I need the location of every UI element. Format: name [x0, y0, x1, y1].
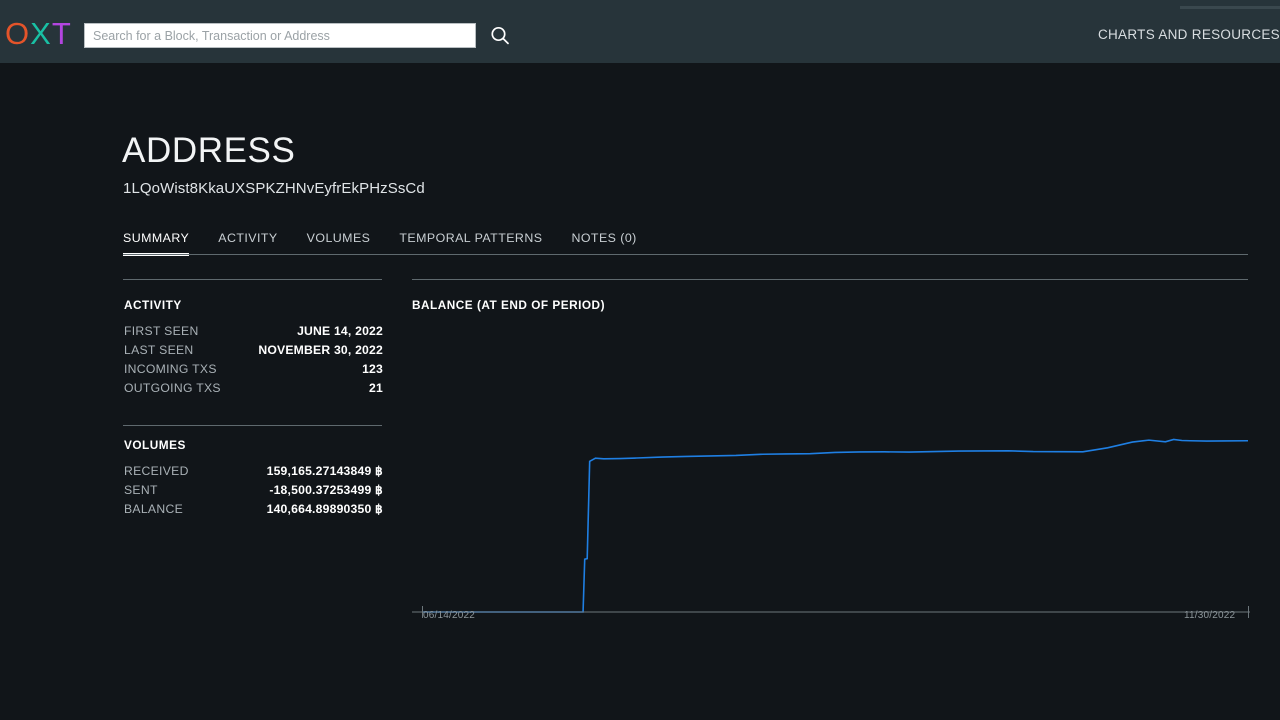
search-button[interactable] [488, 24, 512, 48]
tab-volumes[interactable]: VOLUMES [307, 231, 371, 256]
chart-x-label-start: 06/14/2022 [423, 610, 476, 621]
logo-letter-x: X [30, 16, 52, 51]
table-row: LAST SEEN NOVEMBER 30, 2022 [124, 343, 383, 362]
page-title: ADDRESS [122, 131, 296, 170]
volumes-key-received: RECEIVED [124, 464, 189, 478]
chart-title: BALANCE (AT END OF PERIOD) [412, 298, 606, 312]
tab-activity-label: ACTIVITY [218, 231, 278, 245]
page-content: ADDRESS 1LQoWist8KkaUXSPKZHNvEyfrEkPHzSs… [0, 63, 1280, 720]
oxt-logo[interactable]: OXT [5, 18, 72, 49]
tab-notes-label: NOTES (0) [571, 231, 637, 245]
tab-summary[interactable]: SUMMARY [123, 231, 190, 256]
table-row: BALANCE 140,664.89890350 ฿ [124, 502, 383, 521]
volumes-key-sent: SENT [124, 483, 158, 497]
table-row: OUTGOING TXS 21 [124, 381, 383, 400]
chart-line-series-balance [422, 438, 1249, 613]
table-row: FIRST SEEN JUNE 14, 2022 [124, 324, 383, 343]
tab-bar: SUMMARY ACTIVITY VOLUMES TEMPORAL PATTER… [123, 228, 666, 256]
activity-key-last-seen: LAST SEEN [124, 343, 194, 357]
address-hash: 1LQoWist8KkaUXSPKZHNvEyfrEkPHzSsCd [123, 180, 425, 197]
search-input[interactable] [84, 23, 476, 48]
chart-section-divider [412, 279, 1248, 280]
logo-letter-o: O [5, 16, 31, 51]
activity-heading: ACTIVITY [124, 298, 182, 312]
volumes-table: RECEIVED 159,165.27143849 ฿ SENT -18,500… [124, 464, 383, 521]
nav-charts-and-resources-label: CHARTS AND RESOURCES [1097, 27, 1280, 42]
volumes-value-balance: 140,664.89890350 ฿ [266, 502, 383, 516]
tab-temporal-patterns-label: TEMPORAL PATTERNS [399, 231, 543, 245]
logo-letter-t: T [51, 16, 72, 51]
search-box[interactable] [84, 23, 476, 48]
table-row: INCOMING TXS 123 [124, 362, 383, 381]
balance-chart[interactable] [412, 318, 1250, 623]
nav-charts-and-resources[interactable]: CHARTS AND RESOURCES [1098, 27, 1280, 42]
activity-table: FIRST SEEN JUNE 14, 2022 LAST SEEN NOVEM… [124, 324, 383, 400]
activity-value-incoming-txs: 123 [362, 362, 383, 376]
tab-temporal-patterns[interactable]: TEMPORAL PATTERNS [399, 231, 542, 256]
header-top-divider [1180, 6, 1280, 9]
tab-summary-label: SUMMARY [123, 231, 190, 245]
table-row: RECEIVED 159,165.27143849 ฿ [124, 464, 383, 483]
activity-value-last-seen: NOVEMBER 30, 2022 [258, 343, 383, 357]
chart-svg [412, 438, 1250, 618]
activity-key-first-seen: FIRST SEEN [124, 324, 199, 338]
volumes-heading: VOLUMES [124, 438, 186, 452]
top-header-bar: OXT CHARTS AND RESOURCES [0, 0, 1280, 63]
activity-key-outgoing-txs: OUTGOING TXS [124, 381, 221, 395]
activity-key-incoming-txs: INCOMING TXS [124, 362, 217, 376]
activity-value-first-seen: JUNE 14, 2022 [297, 324, 383, 338]
volumes-value-sent: -18,500.37253499 ฿ [269, 483, 383, 497]
volumes-key-balance: BALANCE [124, 502, 183, 516]
activity-section-divider [123, 279, 382, 280]
tab-notes[interactable]: NOTES (0) [571, 231, 636, 256]
search-icon [491, 26, 509, 45]
tab-activity[interactable]: ACTIVITY [218, 231, 277, 256]
activity-value-outgoing-txs: 21 [369, 381, 383, 395]
table-row: SENT -18,500.37253499 ฿ [124, 483, 383, 502]
volumes-value-received: 159,165.27143849 ฿ [266, 464, 383, 478]
chart-x-label-end: 11/30/2022 [1184, 610, 1236, 621]
volumes-section-divider [123, 425, 382, 426]
tab-volumes-label: VOLUMES [306, 231, 371, 245]
tab-bar-divider [123, 254, 1248, 255]
